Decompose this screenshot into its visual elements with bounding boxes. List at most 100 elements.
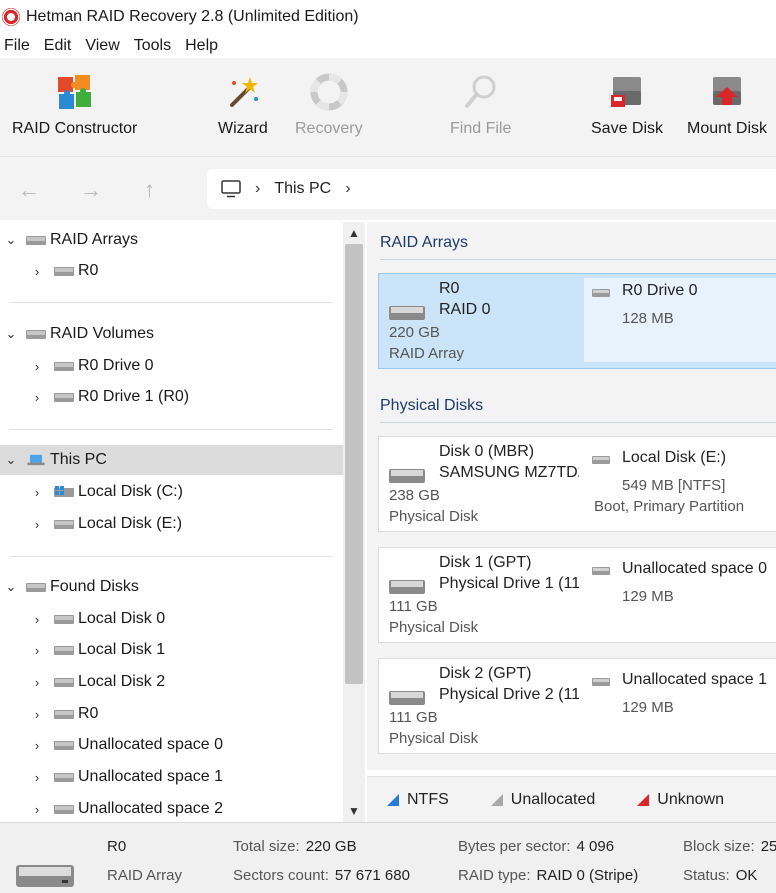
- status-label: Block size:: [683, 838, 755, 855]
- partition-name: Unallocated space 0: [622, 560, 767, 577]
- tree-item-local-disk-1[interactable]: › Local Disk 1: [0, 635, 343, 665]
- recovery-button[interactable]: Recovery: [295, 72, 363, 138]
- scroll-down-icon[interactable]: ▼: [343, 800, 365, 822]
- tree-item-r0-drive-1[interactable]: › R0 Drive 1 (R0): [0, 382, 343, 412]
- chevron-down-icon[interactable]: ⌄: [4, 326, 18, 342]
- up-arrow-icon[interactable]: ↑: [144, 177, 155, 203]
- chevron-down-icon[interactable]: ⌄: [4, 232, 18, 248]
- status-block-size: Block size: 25: [683, 838, 776, 855]
- legend-label: Unknown: [657, 790, 724, 808]
- tree-label: R0 Drive 0: [78, 357, 154, 374]
- chevron-down-icon[interactable]: ⌄: [4, 579, 18, 595]
- tree-divider: [10, 556, 332, 557]
- tree-group-raid-volumes[interactable]: ⌄ RAID Volumes: [0, 319, 343, 349]
- partition-tile[interactable]: Unallocated space 0 129 MB: [584, 556, 776, 636]
- breadcrumb-this-pc[interactable]: This PC: [274, 180, 331, 198]
- wizard-button[interactable]: Wizard: [218, 72, 268, 138]
- magnifier-icon: [461, 72, 501, 112]
- chevron-right-icon[interactable]: ›: [30, 738, 44, 753]
- chevron-right-icon[interactable]: ›: [30, 264, 44, 279]
- section-divider: [380, 259, 776, 260]
- tree-item-found-r0[interactable]: › R0: [0, 699, 343, 729]
- tree-scrollbar[interactable]: ▲ ▼: [343, 222, 365, 822]
- physical-disk-card[interactable]: Disk 1 (GPT) Physical Drive 1 (111 111 G…: [378, 547, 776, 643]
- tree-label: Unallocated space 2: [78, 800, 223, 817]
- tree-item-r0-drive-0[interactable]: › R0 Drive 0: [0, 351, 343, 381]
- status-disk-type: RAID Array: [107, 867, 183, 884]
- forward-arrow-icon[interactable]: →: [80, 177, 102, 203]
- raid-array-card[interactable]: R0 RAID 0 220 GB RAID Array R0 Drive 0 1…: [378, 273, 776, 369]
- physical-disk-card[interactable]: Disk 2 (GPT) Physical Drive 2 (111 111 G…: [378, 658, 776, 754]
- breadcrumb-separator-icon: ›: [255, 180, 261, 197]
- raid-constructor-button[interactable]: RAID Constructor: [12, 72, 137, 138]
- tree-item-local-disk-0[interactable]: › Local Disk 0: [0, 604, 343, 634]
- tree-divider: [10, 429, 332, 430]
- address-bar[interactable]: › This PC ›: [207, 169, 776, 209]
- mount-disk-label: Mount Disk: [687, 120, 768, 137]
- tree-item-local-disk-c[interactable]: › Local Disk (C:): [0, 477, 343, 507]
- menu-edit[interactable]: Edit: [40, 37, 76, 55]
- toolbar: RAID Constructor Wizard Recovery Find Fi…: [0, 58, 776, 156]
- chevron-right-icon[interactable]: ›: [30, 707, 44, 722]
- chevron-right-icon[interactable]: ›: [30, 390, 44, 405]
- partition-tile[interactable]: R0 Drive 0 128 MB: [584, 278, 776, 362]
- mount-disk-button[interactable]: Mount Disk: [687, 72, 767, 138]
- triangle-icon: [490, 793, 503, 806]
- disk-drive-icon: [16, 865, 74, 887]
- menu-tools[interactable]: Tools: [130, 37, 175, 55]
- device-tree: ⌄ RAID Arrays › R0 ⌄ RAID Volumes › R0 D…: [0, 222, 343, 822]
- save-disk-button[interactable]: Save Disk: [591, 72, 663, 138]
- status-label: Bytes per sector:: [458, 838, 571, 855]
- puzzle-icon: [55, 72, 95, 112]
- chevron-right-icon[interactable]: ›: [30, 517, 44, 532]
- disk-icon: [54, 773, 74, 782]
- title-bar: Hetman RAID Recovery 2.8 (Unlimited Edit…: [0, 0, 776, 34]
- scroll-up-icon[interactable]: ▲: [343, 222, 365, 244]
- disk-icon: [54, 267, 74, 276]
- chevron-right-icon[interactable]: ›: [30, 643, 44, 658]
- tree-item-local-disk-2[interactable]: › Local Disk 2: [0, 667, 343, 697]
- chevron-right-icon[interactable]: ›: [30, 612, 44, 627]
- disk-drive-icon: [389, 691, 425, 705]
- find-file-button[interactable]: Find File: [450, 72, 511, 138]
- disk-drive-icon: [389, 306, 425, 320]
- chevron-right-icon[interactable]: ›: [30, 675, 44, 690]
- status-total-size: Total size: 220 GB: [233, 838, 357, 855]
- scroll-thumb[interactable]: [345, 244, 363, 684]
- partition-name: Local Disk (E:): [622, 449, 727, 466]
- section-title-physical-disks: Physical Disks: [380, 397, 484, 414]
- menu-view[interactable]: View: [81, 37, 123, 55]
- tree-label: Local Disk 1: [78, 641, 166, 658]
- legend-unallocated: Unallocated: [490, 791, 595, 809]
- chevron-right-icon[interactable]: ›: [30, 770, 44, 785]
- disk-icon: [592, 678, 610, 686]
- chevron-right-icon[interactable]: ›: [30, 485, 44, 500]
- tree-label: Unallocated space 1: [78, 768, 223, 785]
- navigation-bar: ← → ↑ › This PC ›: [0, 156, 776, 220]
- status-disk-name: R0: [107, 838, 127, 855]
- disk-icon: [54, 362, 74, 371]
- menu-file[interactable]: File: [0, 37, 34, 55]
- tree-item-unallocated-2[interactable]: › Unallocated space 2: [0, 794, 343, 822]
- tree-group-this-pc[interactable]: ⌄ This PC: [0, 445, 343, 475]
- status-sectors-count: Sectors count: 57 671 680: [233, 867, 410, 884]
- tree-item-unallocated-1[interactable]: › Unallocated space 1: [0, 762, 343, 792]
- tree-group-found-disks[interactable]: ⌄ Found Disks: [0, 572, 343, 602]
- mount-disk-icon: [707, 72, 747, 112]
- save-disk-icon: [607, 72, 647, 112]
- tree-item-unallocated-0[interactable]: › Unallocated space 0: [0, 730, 343, 760]
- tree-group-raid-arrays[interactable]: ⌄ RAID Arrays: [0, 225, 343, 255]
- tree-item-local-disk-e[interactable]: › Local Disk (E:): [0, 509, 343, 539]
- physical-disk-card[interactable]: Disk 0 (MBR) SAMSUNG MZ7TD2 238 GB Physi…: [378, 436, 776, 532]
- partition-tile[interactable]: Unallocated space 1 129 MB: [584, 667, 776, 747]
- chevron-right-icon[interactable]: ›: [30, 359, 44, 374]
- back-arrow-icon[interactable]: ←: [18, 177, 40, 203]
- chevron-right-icon[interactable]: ›: [30, 802, 44, 817]
- partition-tile[interactable]: Local Disk (E:) 549 MB [NTFS] Boot, Prim…: [584, 445, 776, 525]
- partition-size: 549 MB [NTFS]: [622, 477, 726, 494]
- legend-label: NTFS: [407, 790, 449, 808]
- card-size: 111 GB: [389, 598, 438, 615]
- tree-item-r0[interactable]: › R0: [0, 256, 343, 286]
- chevron-down-icon[interactable]: ⌄: [4, 452, 18, 468]
- menu-help[interactable]: Help: [181, 37, 222, 55]
